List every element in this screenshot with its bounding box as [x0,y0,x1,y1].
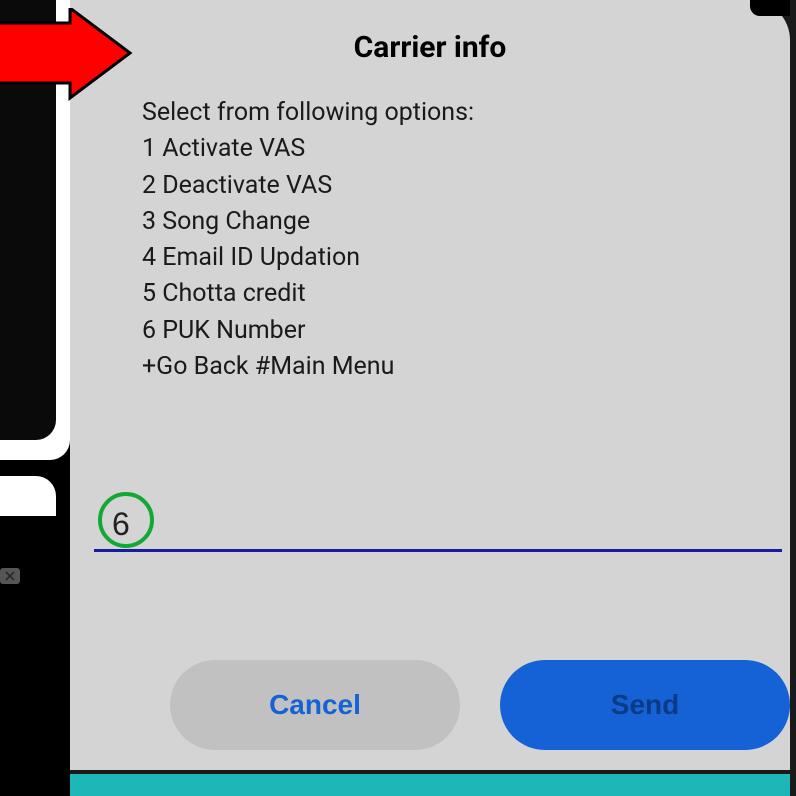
ussd-dialog: Carrier info Select from following optio… [70,0,790,770]
dialog-prompt: Select from following options: [142,95,760,131]
ussd-input[interactable] [94,500,782,552]
input-container [94,500,782,552]
arrow-annotation-icon [0,8,135,103]
dialog-option: 6 PUK Number [142,313,760,349]
cancel-button[interactable]: Cancel [170,660,460,750]
dialog-option: 1 Activate VAS [142,131,760,167]
dialog-option: +Go Back #Main Menu [142,349,760,385]
dialog-buttons: Cancel Send [140,660,796,750]
close-icon [0,568,20,584]
left-white-corner [0,476,56,516]
dialog-body: Select from following options: 1 Activat… [70,95,790,385]
notch-corner [750,0,790,16]
dialog-option: 4 Email ID Updation [142,240,760,276]
dialog-option: 2 Deactivate VAS [142,168,760,204]
dialog-title: Carrier info [70,0,790,95]
dialog-option: 3 Song Change [142,204,760,240]
bottom-teal-bar [70,774,790,796]
send-button[interactable]: Send [500,660,790,750]
dialog-option: 5 Chotta credit [142,276,760,312]
left-background-panel [0,0,70,796]
